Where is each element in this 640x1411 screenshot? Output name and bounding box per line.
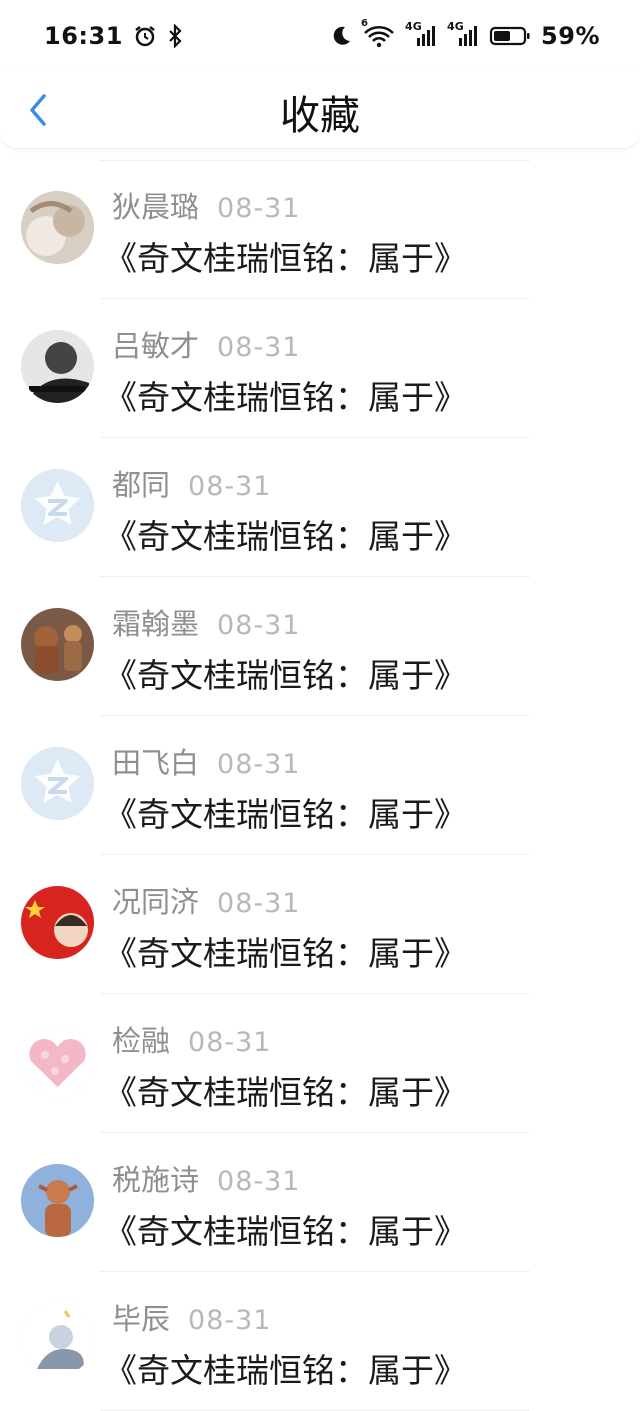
avatar[interactable] bbox=[21, 330, 94, 403]
favorites-list: 狄晨璐 08-31 《奇文桂瑞恒铭：属于》 吕敏才 08-31 《奇文桂瑞恒铭：属于》 都同… bbox=[0, 160, 640, 1411]
avatar[interactable] bbox=[21, 886, 94, 959]
sender-name: 税施诗 bbox=[112, 1163, 200, 1197]
photo-statue-icon bbox=[21, 1164, 94, 1237]
signal-1-icon: 4G bbox=[405, 20, 437, 48]
photo-sketch-icon bbox=[21, 1303, 94, 1376]
item-date: 08-31 bbox=[217, 888, 301, 919]
moon-icon bbox=[329, 24, 353, 48]
item-date: 08-31 bbox=[217, 610, 301, 641]
item-date: 08-31 bbox=[217, 193, 301, 224]
list-item[interactable]: 毕辰 08-31 《奇文桂瑞恒铭：属于》 bbox=[0, 1272, 640, 1411]
list-item[interactable]: 况同济 08-31 《奇文桂瑞恒铭：属于》 bbox=[0, 855, 640, 994]
avatar[interactable] bbox=[21, 608, 94, 681]
item-meta: 况同济 08-31 bbox=[112, 879, 300, 921]
status-time: 16:31 bbox=[44, 22, 123, 50]
item-message: 《奇文桂瑞恒铭：属于》 bbox=[104, 239, 467, 278]
item-date: 08-31 bbox=[217, 332, 301, 363]
list-item[interactable]: 田飞白 08-31 《奇文桂瑞恒铭：属于》 bbox=[0, 716, 640, 855]
status-left: 16:31 bbox=[44, 22, 183, 50]
wifi-badge: 6 bbox=[361, 18, 369, 29]
sender-name: 吕敏才 bbox=[112, 329, 200, 363]
item-message: 《奇文桂瑞恒铭：属于》 bbox=[104, 934, 467, 973]
sender-name: 都同 bbox=[112, 468, 171, 502]
item-meta: 吕敏才 08-31 bbox=[112, 323, 300, 365]
alarm-icon bbox=[133, 24, 157, 48]
item-date: 08-31 bbox=[188, 471, 272, 502]
status-right: 6 4G 4G 59% bbox=[329, 18, 600, 50]
sender-name: 检融 bbox=[112, 1024, 171, 1058]
item-message: 《奇文桂瑞恒铭：属于》 bbox=[104, 1351, 467, 1390]
sender-name: 毕辰 bbox=[112, 1302, 171, 1336]
item-message: 《奇文桂瑞恒铭：属于》 bbox=[104, 795, 467, 834]
network-type-1: 4G bbox=[405, 20, 422, 33]
list-item[interactable]: 狄晨璐 08-31 《奇文桂瑞恒铭：属于》 bbox=[0, 160, 640, 299]
wifi-icon: 6 bbox=[361, 18, 395, 48]
status-bar: 16:31 6 4G 4G 59% bbox=[0, 0, 640, 72]
photo-plush-icon bbox=[21, 191, 94, 264]
item-message: 《奇文桂瑞恒铭：属于》 bbox=[104, 1073, 467, 1112]
item-meta: 毕辰 08-31 bbox=[112, 1296, 271, 1338]
avatar[interactable] bbox=[21, 469, 94, 542]
sender-name: 况同济 bbox=[112, 885, 200, 919]
avatar[interactable] bbox=[21, 747, 94, 820]
list-item[interactable]: 检融 08-31 《奇文桂瑞恒铭：属于》 bbox=[0, 994, 640, 1133]
list-item[interactable]: 吕敏才 08-31 《奇文桂瑞恒铭：属于》 bbox=[0, 299, 640, 438]
item-meta: 税施诗 08-31 bbox=[112, 1157, 300, 1199]
sender-name: 田飞白 bbox=[112, 746, 200, 780]
item-meta: 狄晨璐 08-31 bbox=[112, 184, 300, 226]
list-item[interactable]: 霜翰墨 08-31 《奇文桂瑞恒铭：属于》 bbox=[0, 577, 640, 716]
bluetooth-icon bbox=[167, 24, 183, 48]
photo-portrait-icon bbox=[21, 330, 94, 403]
sender-name: 霜翰墨 bbox=[112, 607, 200, 641]
battery-icon bbox=[489, 24, 531, 48]
network-type-2: 4G bbox=[447, 20, 464, 33]
avatar[interactable] bbox=[21, 1025, 94, 1098]
default-avatar-icon bbox=[21, 469, 94, 542]
sender-name: 狄晨璐 bbox=[112, 190, 200, 224]
item-message: 《奇文桂瑞恒铭：属于》 bbox=[104, 517, 467, 556]
photo-heart-icon bbox=[21, 1025, 94, 1098]
item-date: 08-31 bbox=[188, 1305, 272, 1336]
item-message: 《奇文桂瑞恒铭：属于》 bbox=[104, 378, 467, 417]
item-date: 08-31 bbox=[217, 749, 301, 780]
item-meta: 都同 08-31 bbox=[112, 462, 271, 504]
avatar[interactable] bbox=[21, 191, 94, 264]
item-meta: 田飞白 08-31 bbox=[112, 740, 300, 782]
list-item[interactable]: 税施诗 08-31 《奇文桂瑞恒铭：属于》 bbox=[0, 1133, 640, 1272]
avatar[interactable] bbox=[21, 1164, 94, 1237]
nav-bar: 收藏 bbox=[0, 72, 640, 149]
avatar[interactable] bbox=[21, 1303, 94, 1376]
page-title: 收藏 bbox=[280, 93, 360, 139]
item-meta: 霜翰墨 08-31 bbox=[112, 601, 300, 643]
item-message: 《奇文桂瑞恒铭：属于》 bbox=[104, 1212, 467, 1251]
item-date: 08-31 bbox=[217, 1166, 301, 1197]
item-message: 《奇文桂瑞恒铭：属于》 bbox=[104, 656, 467, 695]
list-item[interactable]: 都同 08-31 《奇文桂瑞恒铭：属于》 bbox=[0, 438, 640, 577]
item-meta: 检融 08-31 bbox=[112, 1018, 271, 1060]
photo-flag-icon bbox=[21, 886, 94, 959]
item-date: 08-31 bbox=[188, 1027, 272, 1058]
photo-figurines-icon bbox=[21, 608, 94, 681]
signal-2-icon: 4G bbox=[447, 20, 479, 48]
battery-percent: 59% bbox=[541, 22, 600, 50]
default-avatar-icon bbox=[21, 747, 94, 820]
